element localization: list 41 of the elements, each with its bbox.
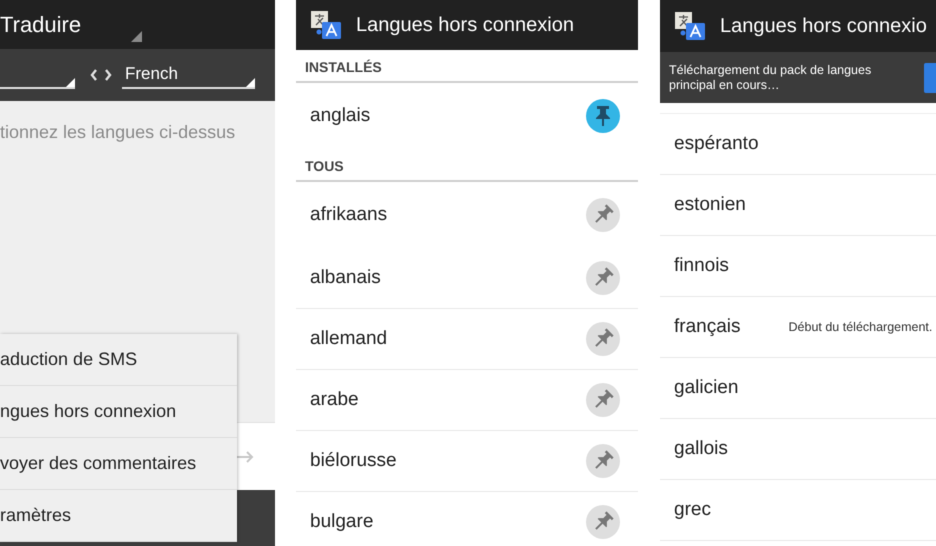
pin-icon (594, 105, 612, 127)
menu-item[interactable]: ramètres (0, 490, 237, 542)
dropdown-corner-icon (66, 78, 75, 87)
pin-button[interactable] (586, 444, 620, 478)
screen-title: Langues hors connexion (356, 14, 574, 36)
language-name: grec (674, 499, 711, 521)
download-status: Début du téléchargement. (788, 320, 932, 334)
language-name: biélorusse (310, 450, 397, 472)
language-name: galicien (674, 377, 738, 399)
language-name: afrikaans (310, 204, 388, 226)
menu-item[interactable]: voyer des commentaires (0, 438, 237, 490)
swap-icon[interactable] (89, 68, 113, 82)
language-name: albanais (310, 267, 381, 289)
language-name: bulgare (310, 511, 374, 533)
section-heading: INSTALLÉS (296, 50, 638, 83)
pin-button[interactable] (586, 261, 620, 295)
language-name: finnois (674, 255, 729, 277)
download-message: Téléchargement du pack de langues principal en cours… (669, 62, 872, 92)
menu-item[interactable]: ngues hors connexion (0, 386, 237, 438)
app-title: Traduire (0, 12, 82, 38)
language-name: anglais (310, 105, 370, 127)
dropdown-corner-icon (246, 78, 255, 87)
input-placeholder: tionnez les langues ci-dessus (0, 122, 236, 143)
pin-button[interactable] (586, 505, 620, 539)
section-heading: TOUS (296, 149, 638, 182)
pin-button[interactable] (586, 322, 620, 356)
target-language-dropdown[interactable]: French (122, 61, 255, 89)
language-name: estonien (674, 194, 746, 216)
pin-button[interactable] (586, 198, 620, 232)
screen-title: Langues hors connexio (720, 14, 927, 38)
language-name: français (674, 316, 741, 338)
language-name: gallois (674, 438, 728, 460)
menu-item[interactable]: aduction de SMS (0, 334, 237, 386)
translate-logo-icon (674, 11, 706, 41)
language-name: espéranto (674, 133, 759, 155)
translate-logo-icon (310, 10, 342, 40)
language-name: arabe (310, 389, 359, 411)
dropdown-corner-icon[interactable] (131, 31, 142, 42)
language-name: allemand (310, 328, 388, 350)
pin-button[interactable] (586, 383, 620, 417)
pin-button[interactable] (586, 99, 620, 133)
